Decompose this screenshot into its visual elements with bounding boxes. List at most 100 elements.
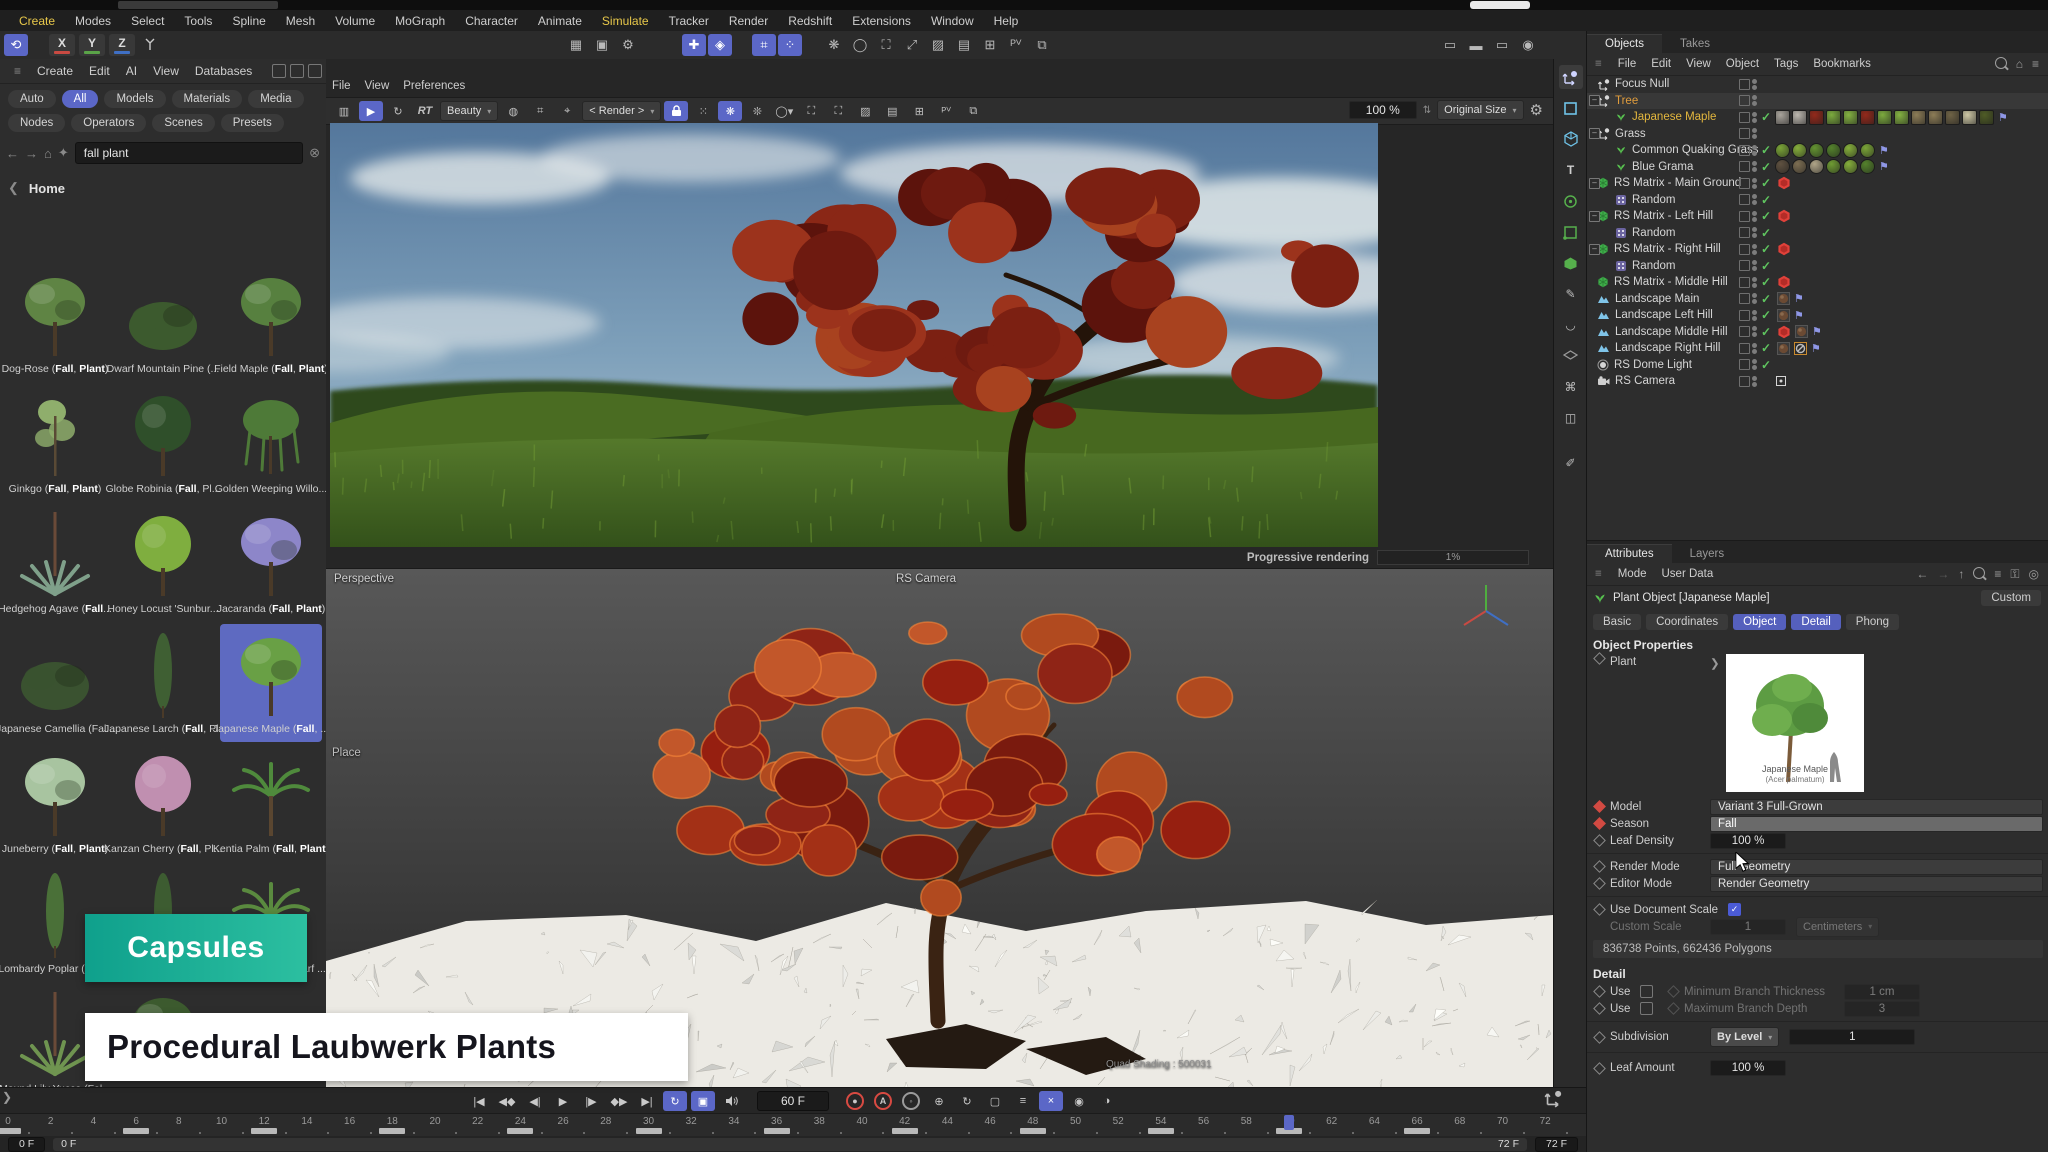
layer-toggle-icon[interactable] — [1739, 277, 1750, 288]
visibility-dots[interactable] — [1752, 292, 1757, 305]
visibility-dots[interactable] — [1752, 358, 1757, 371]
key-scale-button[interactable]: ▢ — [983, 1091, 1007, 1111]
menu-create[interactable]: Create — [10, 12, 64, 30]
enabled-check-icon[interactable]: ✓ — [1759, 275, 1773, 289]
clapper-render-icon[interactable]: ▭ — [1438, 34, 1462, 56]
asset-item[interactable]: Kentia Palm (Fall, Plant) — [220, 744, 322, 862]
layer-toggle-icon[interactable] — [1739, 112, 1750, 123]
filter-chip-scenes[interactable]: Scenes — [152, 114, 214, 132]
material-swatch[interactable] — [1860, 159, 1875, 174]
key-parameter-button[interactable]: ≡ — [1011, 1091, 1035, 1111]
goto-start-button[interactable]: |◀ — [467, 1091, 491, 1111]
layer-toggle-icon[interactable] — [1739, 227, 1750, 238]
key-position-button[interactable]: ⊕ — [927, 1091, 951, 1111]
expander-icon[interactable]: – — [1589, 95, 1600, 106]
image-add-icon[interactable]: ⊞ — [978, 34, 1002, 56]
next-key-button[interactable]: ◆▶ — [607, 1091, 631, 1111]
perspective-viewport[interactable] — [326, 569, 1553, 1087]
object-row-random[interactable]: Random✓ — [1587, 192, 2048, 209]
select-frame-icon[interactable]: ⛶ — [874, 34, 898, 56]
material-swatch[interactable] — [1843, 143, 1858, 158]
material-swatch[interactable] — [1928, 110, 1943, 125]
menu-animate[interactable]: Animate — [529, 12, 591, 30]
view-list-icon[interactable] — [290, 64, 304, 78]
visibility-dots[interactable] — [1752, 259, 1757, 272]
menu-spline[interactable]: Spline — [223, 12, 274, 30]
render-mode-dropdown[interactable]: Full Geometry — [1710, 859, 2043, 875]
enabled-check-icon[interactable]: ✓ — [1759, 308, 1773, 322]
visibility-dots[interactable] — [1752, 127, 1757, 140]
visibility-dots[interactable] — [1752, 193, 1757, 206]
attr-tab-object[interactable]: Object — [1733, 614, 1786, 630]
axis-lock-y[interactable]: Y — [79, 34, 105, 56]
rgb-channel-icon[interactable]: ◍ — [501, 101, 525, 121]
filter-chip-operators[interactable]: Operators — [71, 114, 146, 132]
phong-flag-icon[interactable]: ⚑ — [1794, 309, 1804, 322]
keyframe-marker-24[interactable] — [507, 1128, 533, 1134]
tab-objects[interactable]: Objects — [1587, 34, 1662, 53]
menu-mesh[interactable]: Mesh — [277, 12, 324, 30]
duplicate-icon[interactable]: ⧉ — [961, 101, 985, 121]
menu-window[interactable]: Window — [922, 12, 983, 30]
motion-clip-button[interactable]: ◑ — [1095, 1091, 1119, 1111]
use-doc-scale-checkbox[interactable]: ✓ — [1728, 903, 1741, 916]
camera-target-icon[interactable] — [1775, 375, 1787, 387]
track-brackets-icon[interactable]: ⛶ — [826, 101, 850, 121]
menu-character[interactable]: Character — [456, 12, 527, 30]
asset-menu-edit[interactable]: Edit — [89, 64, 110, 78]
season-dropdown[interactable]: Fall — [1710, 816, 2043, 832]
clear-search-icon[interactable]: ⊗ — [309, 145, 320, 161]
current-frame-field[interactable]: 60 F — [757, 1091, 829, 1111]
material-swatch[interactable] — [1945, 110, 1960, 125]
keyframe-marker-42[interactable] — [892, 1128, 918, 1134]
plant-expand-arrow[interactable]: ❯ — [1710, 654, 1720, 670]
material-swatch[interactable] — [1792, 110, 1807, 125]
objects-menu-edit[interactable]: Edit — [1651, 58, 1671, 70]
menu-tracker[interactable]: Tracker — [660, 12, 718, 30]
field-icon[interactable]: ◈ — [708, 34, 732, 56]
home-icon[interactable]: ⌂ — [44, 146, 52, 161]
object-row-blue-grama[interactable]: Blue Grama✓⚑ — [1587, 159, 2048, 176]
layer-toggle-icon[interactable] — [1739, 79, 1750, 90]
keyframe-marker-18[interactable] — [379, 1128, 405, 1134]
tab-layers[interactable]: Layers — [1672, 545, 1743, 563]
object-row-rs-matrix-middle-hill[interactable]: RS Matrix - Middle Hill✓ — [1587, 274, 2048, 291]
visibility-dots[interactable] — [1752, 177, 1757, 190]
objects-search-icon[interactable] — [1995, 57, 2007, 69]
objects-menu-view[interactable]: View — [1686, 58, 1711, 70]
sound-button[interactable] — [719, 1091, 743, 1111]
phong-flag-icon[interactable]: ⚑ — [1879, 160, 1889, 173]
attr-menu-user-data[interactable]: User Data — [1662, 568, 1714, 580]
save-image-icon[interactable]: ▤ — [880, 101, 904, 121]
attr-forward-icon[interactable]: → — [1937, 567, 1949, 582]
timeline-move-icon[interactable] — [1544, 1088, 1564, 1108]
asset-item[interactable]: Japanese Camellia (Fal... — [4, 624, 106, 742]
rv-menu-preferences[interactable]: Preferences — [403, 80, 465, 92]
axis-lock-z[interactable]: Z — [109, 34, 135, 56]
asset-menu-ai[interactable]: AI — [126, 64, 137, 78]
renderview-gear-icon[interactable]: ⚙ — [1530, 101, 1543, 119]
layer-toggle-icon[interactable] — [1739, 293, 1750, 304]
visibility-dots[interactable] — [1752, 94, 1757, 107]
filter-chip-all[interactable]: All — [62, 90, 99, 108]
attr-target-icon[interactable]: ◎ — [2029, 567, 2039, 582]
objects-filter-icon[interactable]: ≡ — [2032, 57, 2039, 71]
stripes-icon[interactable]: ▨ — [853, 101, 877, 121]
texture-tag-icon[interactable] — [1777, 342, 1790, 355]
crop-icon[interactable]: ⌖ — [555, 101, 579, 121]
visibility-dots[interactable] — [1752, 276, 1757, 289]
filter-chip-presets[interactable]: Presets — [221, 114, 284, 132]
keyframe-marker-54[interactable] — [1148, 1128, 1174, 1134]
enabled-check-icon[interactable]: ✓ — [1759, 325, 1773, 339]
camera-lock-icon[interactable]: ⌘ — [1559, 375, 1583, 399]
move-tool-icon[interactable] — [1559, 65, 1583, 89]
timeline-expand-icon[interactable]: ❯ — [2, 1090, 12, 1104]
material-swatch[interactable] — [1860, 110, 1875, 125]
layer-toggle-icon[interactable] — [1739, 310, 1750, 321]
document-tab[interactable] — [118, 1, 278, 9]
play-button[interactable]: ▶ — [551, 1091, 575, 1111]
material-swatch[interactable] — [1826, 110, 1841, 125]
object-row-rs-matrix-main-ground[interactable]: –RS Matrix - Main Ground✓ — [1587, 175, 2048, 192]
goto-end-button[interactable]: ▶| — [635, 1091, 659, 1111]
enabled-check-icon[interactable]: ✓ — [1759, 292, 1773, 306]
